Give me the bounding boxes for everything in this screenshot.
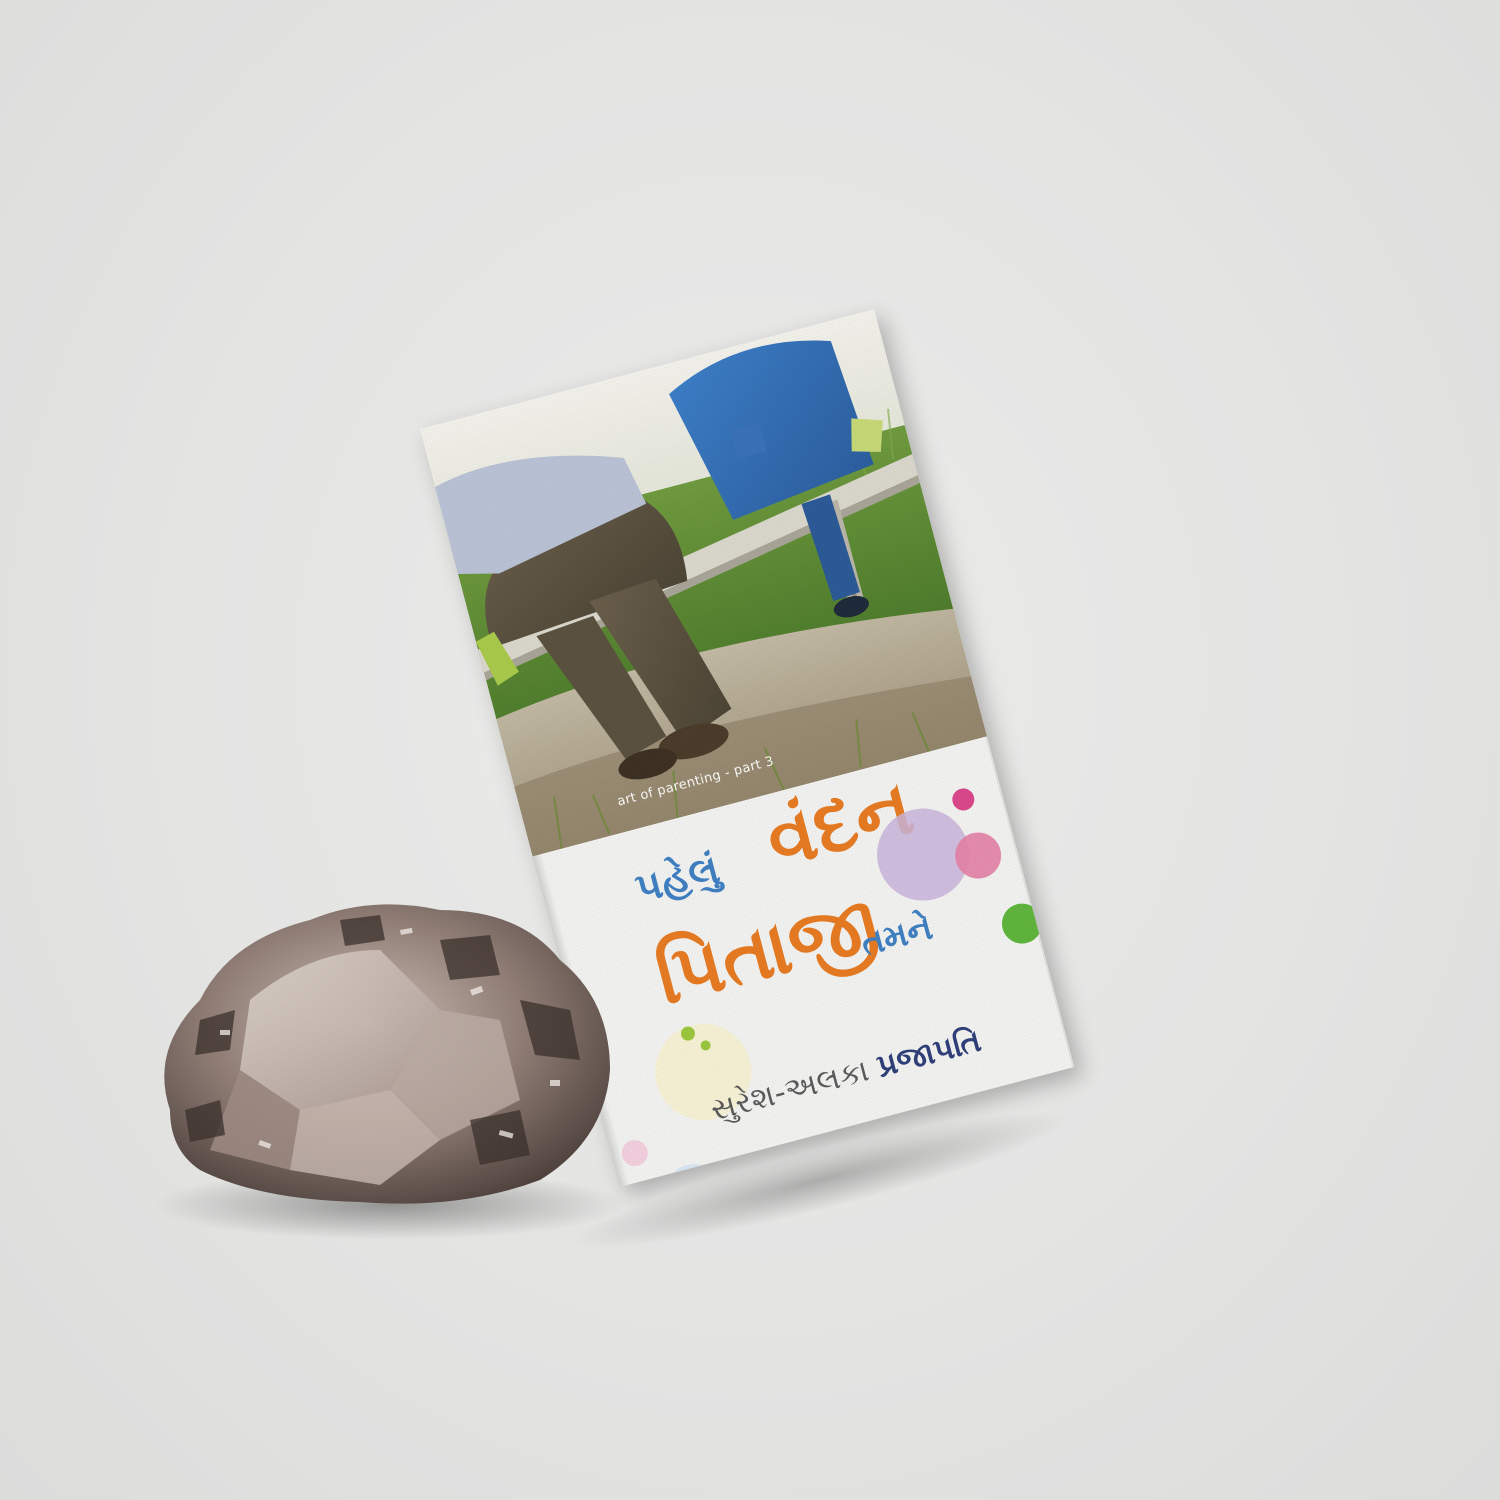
mica-rock <box>164 904 610 1204</box>
author-surname: પ્રજાપતિ <box>872 1022 985 1085</box>
decorative-bubble <box>997 899 1047 949</box>
product-mockup-scene: art of parenting - part 3 પહેલું વંદન પિ… <box>0 0 1500 1500</box>
decorative-bubble <box>949 786 977 813</box>
title-word-1: પહેલું <box>630 846 725 913</box>
